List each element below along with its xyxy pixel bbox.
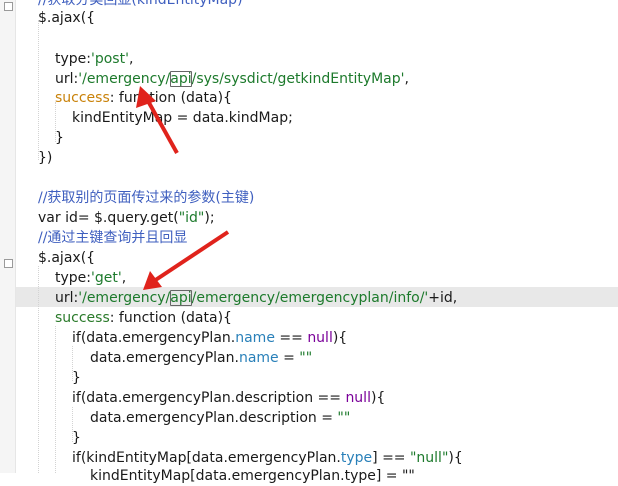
red-arrow-2 (146, 230, 230, 287)
arrow-icon (136, 86, 156, 108)
annotation-layer (136, 86, 230, 290)
arrow-icon (143, 271, 162, 290)
